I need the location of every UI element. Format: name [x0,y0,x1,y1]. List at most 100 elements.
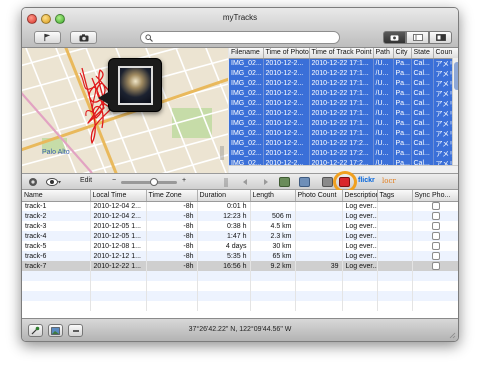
photo-row[interactable]: IMG_02... 2010-12-2... 2010-12-22 17:1... /… [229,108,458,119]
photo-vertical-scrollbar[interactable] [452,58,458,165]
track-cell-length: 506 m [250,211,296,221]
photo-cell: 2010-12-22 17:1... [309,108,374,119]
tracks-table-header: Name Local Time Time Zone Duration Length Pho… [22,190,458,202]
photo-row[interactable]: IMG_02... 2010-12-2... 2010-12-22 17:1... /… [229,58,458,69]
track-row[interactable]: track-7 2010-12-22 1... -8h 16:56 h 9.2 km 39… [22,261,458,271]
empty-cell [146,271,198,281]
track-row[interactable]: track-4 2010-12-05 1... -8h 1:47 h 2.3 km Log… [22,231,458,241]
photo-table-grid: Filename Time of Photo Time of Track Point… [229,48,458,169]
resize-grip-icon[interactable] [448,331,456,339]
track-column-header[interactable]: Duration [197,190,251,202]
previous-arrow-icon[interactable] [241,178,249,186]
sync-photos-icon[interactable] [339,177,350,187]
track-row[interactable]: track-3 2010-12-05 1... -8h 0:38 h 4.5 km Log… [22,221,458,231]
photo-cell: Cal... [411,78,434,89]
empty-cell [146,291,198,301]
locr-button[interactable]: locr [382,177,396,185]
track-column-header[interactable]: Length [250,190,296,202]
flag-button[interactable] [34,31,61,44]
empty-row [22,291,458,301]
track-column-header[interactable]: Time Zone [146,190,198,202]
track-column-header[interactable]: Sync Pho... [412,190,458,202]
search-input[interactable] [155,33,335,42]
photo-column-header[interactable]: Time of Photo [263,48,310,59]
photo-column-header[interactable]: Path [373,48,394,59]
camera-button[interactable] [70,31,97,44]
map-handle-icon[interactable] [220,145,225,161]
photo-row[interactable]: IMG_02... 2010-12-2... 2010-12-22 17:2... /… [229,138,458,149]
map-label-palo-alto: Palo Alto [42,149,70,156]
track-column-header[interactable]: Local Time [90,190,147,202]
zoom-out-button[interactable]: − [112,177,116,184]
photo-cell: Cal... [411,118,434,129]
edit-button[interactable]: Edit [80,177,92,184]
sync-photos-checkbox[interactable] [432,252,440,260]
photo-scroll-thumb[interactable] [454,62,458,90]
empty-cell [90,291,147,301]
photo-cell: Cal... [411,68,434,79]
photo-column-header[interactable]: Filename [229,48,264,59]
photo-column-header[interactable]: Coun [433,48,458,59]
photo-cell: /U... [373,118,394,129]
track-cell-length: 2.3 km [250,231,296,241]
photo-preview-callout[interactable] [98,58,162,112]
track-row[interactable]: track-5 2010-12-08 1... -8h 4 days 30 km Log … [22,241,458,251]
empty-cell [295,291,343,301]
track-cell-tags [377,221,413,231]
map-view[interactable]: Palo Alto [22,48,228,173]
track-cell-photo-count: 39 [295,261,343,271]
track-cell-tags [377,211,413,221]
next-arrow-icon[interactable] [262,178,270,186]
search-field[interactable] [140,31,340,44]
view-mode-list-tab[interactable] [406,31,429,44]
photo-row[interactable]: IMG_02... 2010-12-2... 2010-12-22 17:2... /… [229,148,458,159]
empty-cell [412,301,458,311]
photo-cell: IMG_02... [229,98,264,109]
photo-cell: 2010-12-22 17:1... [309,88,374,99]
eye-icon[interactable] [46,177,62,187]
photo-thumbnail [118,66,153,105]
view-mode-photo-tab[interactable] [383,31,406,44]
photo-album-icon[interactable] [299,177,310,187]
empty-cell [250,271,296,281]
track-toolbar: Edit − + flickr locr [22,171,458,193]
photo-cell: Cal... [411,88,434,99]
photo-row[interactable]: IMG_02... 2010-12-2... 2010-12-22 17:1... /… [229,78,458,89]
list-view-icon [412,34,423,41]
photo-column-header[interactable]: State [411,48,434,59]
gear-icon[interactable] [28,177,38,187]
flickr-button[interactable]: flickr [358,177,375,184]
photo-column-header[interactable]: Time of Track Point [309,48,374,59]
photo-row[interactable]: IMG_02... 2010-12-2... 2010-12-22 17:1... /… [229,88,458,99]
track-column-header[interactable]: Photo Count [295,190,343,202]
split-handle-icon[interactable] [224,178,229,187]
zoom-in-button[interactable]: + [182,177,186,184]
photo-cell: Cal... [411,128,434,139]
track-cell-description: Log ever... [342,231,378,241]
track-column-header[interactable]: Description [342,190,378,202]
photo-column-header[interactable]: City [393,48,412,59]
track-cell-time-zone: -8h [146,241,198,251]
sync-photos-checkbox[interactable] [432,232,440,240]
photo-cell: Cal... [411,98,434,109]
photo-row[interactable]: IMG_02... 2010-12-2... 2010-12-22 17:1... /… [229,98,458,109]
track-row[interactable]: track-2 2010-12-04 2... -8h 12:23 h 506 m Log… [22,211,458,221]
sync-photos-checkbox[interactable] [432,262,440,270]
sync-photos-checkbox[interactable] [432,242,440,250]
photo-row[interactable]: IMG_02... 2010-12-2... 2010-12-22 17:1... /… [229,128,458,139]
photo-row[interactable]: IMG_02... 2010-12-2... 2010-12-22 17:1... /… [229,118,458,129]
zoom-slider[interactable] [121,181,177,184]
tag-photos-icon[interactable] [322,177,333,187]
sync-photos-checkbox[interactable] [432,212,440,220]
track-column-header[interactable]: Name [22,190,91,202]
sync-photos-checkbox[interactable] [432,222,440,230]
photo-row[interactable]: IMG_02... 2010-12-2... 2010-12-22 17:1... /… [229,68,458,79]
track-row[interactable]: track-6 2010-12-12 1... -8h 5:35 h 65 km Log … [22,251,458,261]
track-column-header[interactable]: Tags [377,190,413,202]
sync-photos-checkbox[interactable] [432,202,440,211]
track-row[interactable]: track-1 2010-12-04 2... -8h 0:01 h Log ever.… [22,201,458,211]
zoom-slider-knob[interactable] [150,178,158,186]
photo-import-icon[interactable] [279,177,290,187]
view-mode-split-tab[interactable] [429,31,452,44]
photo-table: Filename Time of Photo Time of Track Point… [229,48,458,173]
